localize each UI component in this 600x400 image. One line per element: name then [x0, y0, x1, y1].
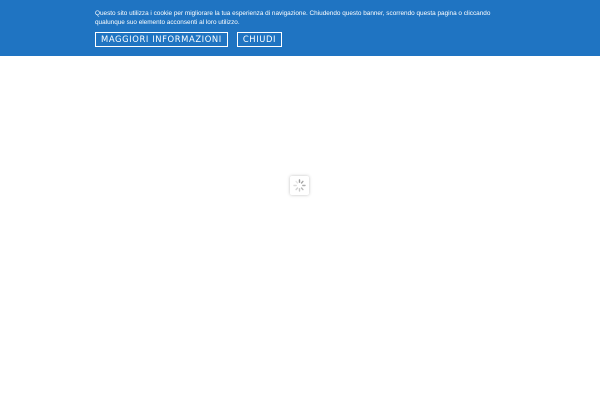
- cookie-banner: Questo sito utilizza i cookie per miglio…: [0, 0, 600, 56]
- spinner-icon: [293, 179, 306, 192]
- more-info-button[interactable]: MAGGIORI INFORMAZIONI: [95, 32, 228, 47]
- loading-indicator: [290, 176, 309, 195]
- page: Questo sito utilizza i cookie per miglio…: [0, 0, 600, 400]
- cookie-actions: MAGGIORI INFORMAZIONI CHIUDI: [95, 32, 283, 47]
- close-button[interactable]: CHIUDI: [236, 32, 283, 47]
- cookie-message: Questo sito utilizza i cookie per miglio…: [95, 10, 491, 26]
